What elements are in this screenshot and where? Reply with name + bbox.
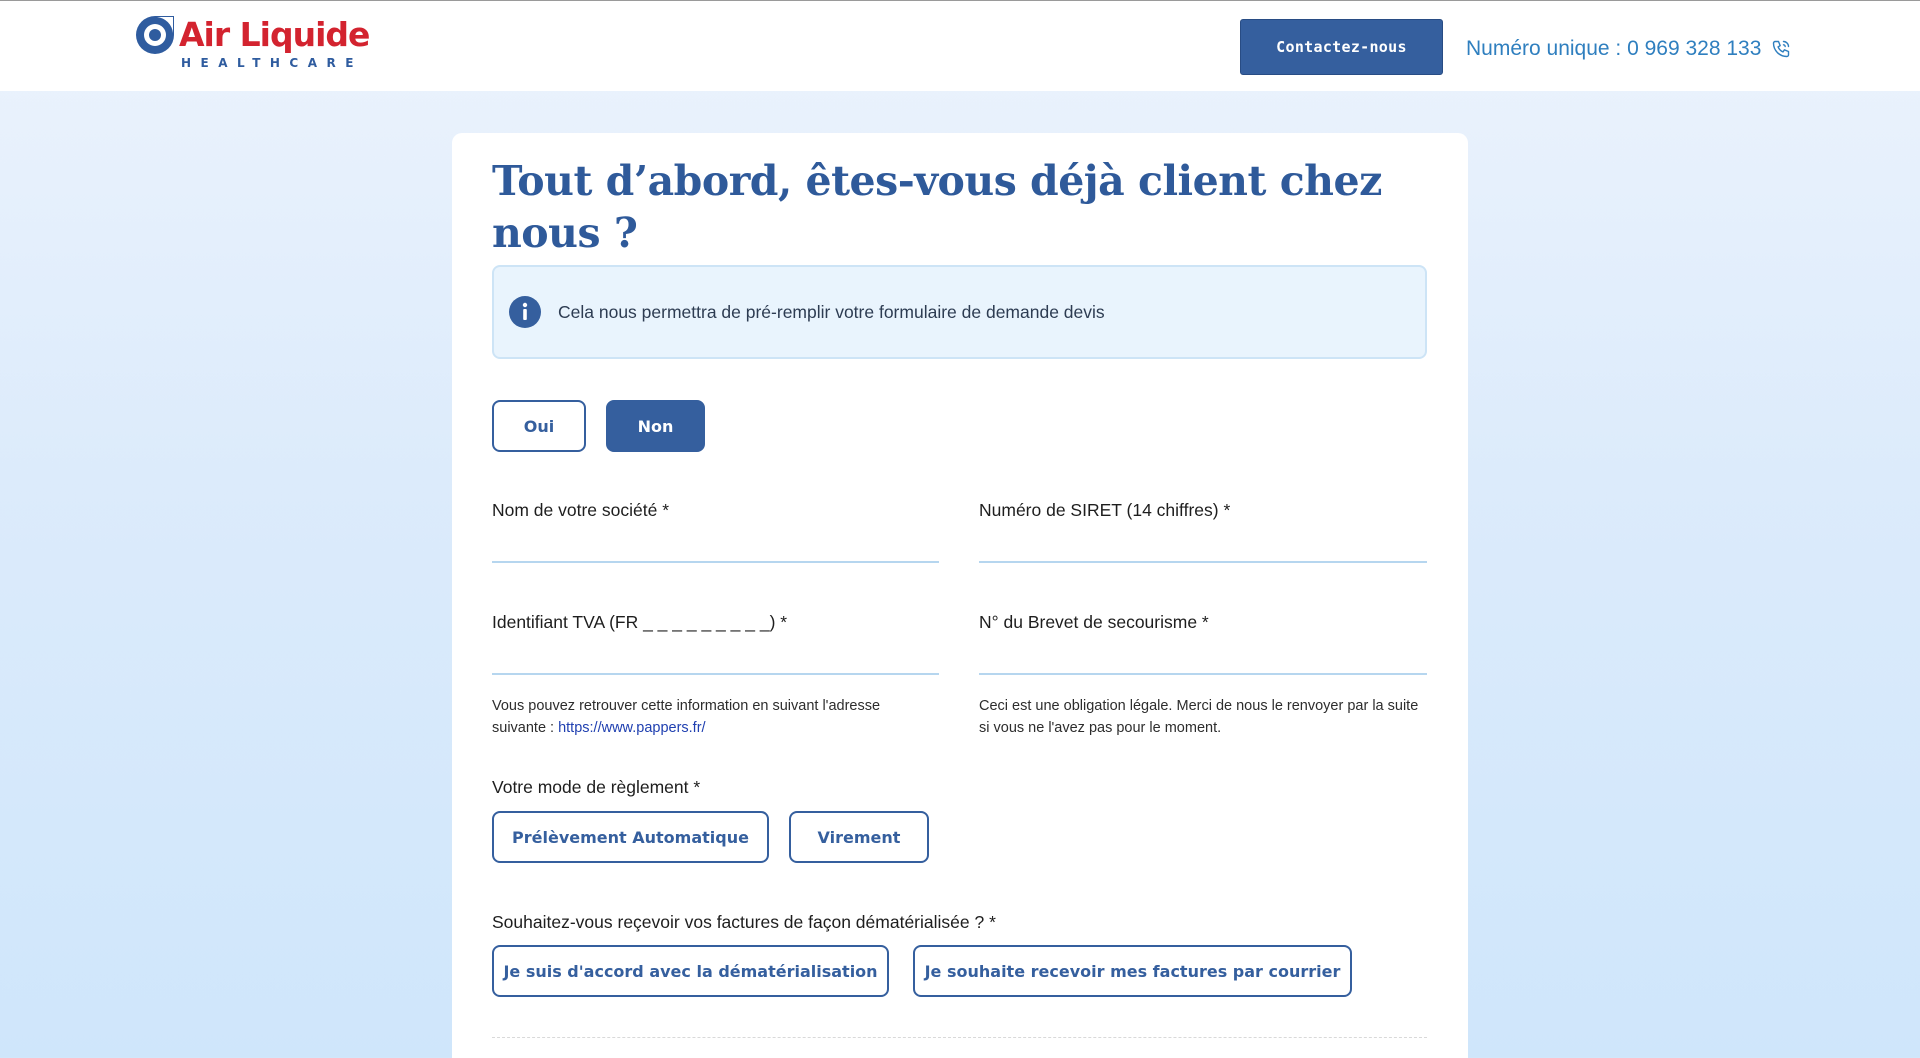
air-liquide-logo[interactable]: Air Liquide HEALTHCARE bbox=[133, 13, 370, 75]
site-header: Air Liquide HEALTHCARE Contactez-nous Nu… bbox=[0, 1, 1920, 91]
logo-subtitle: HEALTHCARE bbox=[181, 56, 363, 70]
brevet-label: N° du Brevet de secourisme * bbox=[979, 612, 1209, 632]
tva-help-text: Vous pouvez retrouver cette information … bbox=[492, 695, 932, 739]
client-yes-button[interactable]: Oui bbox=[492, 400, 586, 452]
info-text: Cela nous permettra de pré-remplir votre… bbox=[558, 301, 1105, 322]
phone-number-text: Numéro unique : 0 969 328 133 bbox=[1466, 37, 1762, 60]
company-name-underline bbox=[492, 561, 939, 563]
payment-label: Votre mode de règlement * bbox=[492, 777, 701, 797]
section-divider bbox=[492, 1037, 1427, 1038]
brevet-underline bbox=[979, 673, 1427, 675]
logo-wordmark: Air Liquide bbox=[179, 15, 370, 54]
siret-underline bbox=[979, 561, 1427, 563]
invoices-label: Souhaitez-vous reçevoir vos factures de … bbox=[492, 912, 996, 932]
tva-label: Identifiant TVA (FR _ _ _ _ _ _ _ _ _) * bbox=[492, 612, 788, 632]
invoice-mail-button[interactable]: Je souhaite recevoir mes factures par co… bbox=[913, 945, 1352, 997]
info-icon bbox=[509, 296, 541, 328]
payment-transfer-button[interactable]: Virement bbox=[789, 811, 929, 863]
pappers-link[interactable]: https://www.pappers.fr/ bbox=[558, 720, 705, 736]
siret-label: Numéro de SIRET (14 chiffres) * bbox=[979, 500, 1231, 520]
page-title: Tout d’abord, êtes-vous déjà client chez… bbox=[492, 157, 1382, 257]
company-name-input[interactable] bbox=[492, 531, 939, 561]
phone-link[interactable]: Numéro unique : 0 969 328 133 bbox=[1466, 34, 1791, 64]
tva-input[interactable] bbox=[492, 643, 939, 673]
siret-input[interactable] bbox=[979, 531, 1427, 561]
contact-button[interactable]: Contactez-nous bbox=[1240, 19, 1443, 75]
payment-direct-debit-button[interactable]: Prélèvement Automatique bbox=[492, 811, 769, 863]
company-name-label: Nom de votre société * bbox=[492, 500, 670, 520]
tva-underline bbox=[492, 673, 939, 675]
logo-mark-icon bbox=[136, 16, 174, 54]
quote-form-card: Tout d’abord, êtes-vous déjà client chez… bbox=[452, 133, 1468, 1058]
brevet-input[interactable] bbox=[979, 643, 1427, 673]
invoice-digital-button[interactable]: Je suis d'accord avec la dématérialisati… bbox=[492, 945, 889, 997]
phone-icon bbox=[1773, 40, 1790, 58]
brevet-help-text: Ceci est une obligation légale. Merci de… bbox=[979, 698, 1419, 736]
info-banner: Cela nous permettra de pré-remplir votre… bbox=[492, 265, 1427, 359]
client-no-button[interactable]: Non bbox=[606, 400, 705, 452]
